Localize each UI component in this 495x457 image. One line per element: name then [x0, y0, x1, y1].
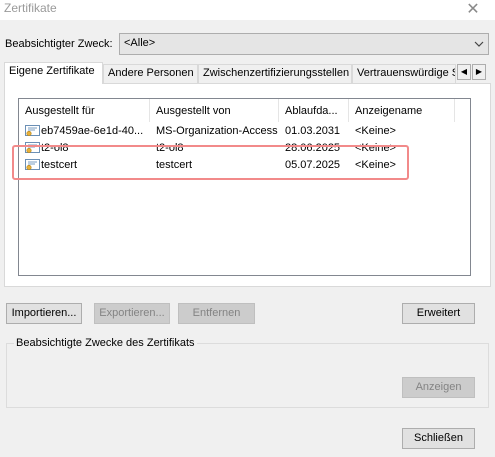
- chevron-right-icon: ▶: [475, 67, 483, 76]
- tab-andere-personen[interactable]: Andere Personen: [103, 64, 198, 83]
- friendly-name-cell: <Keine>: [355, 159, 396, 171]
- expiration-cell: 01.03.2031: [285, 125, 341, 137]
- view-button[interactable]: Anzeigen: [402, 377, 475, 398]
- column-header-issued-by[interactable]: Ausgestellt von: [150, 99, 279, 122]
- purpose-label: Beabsichtigter Zweck:: [5, 38, 113, 50]
- certificate-icon: [25, 159, 40, 171]
- issued-to-cell: testcert: [41, 159, 78, 171]
- tab-strip: Eigene Zertifikate Andere Personen Zwisc…: [4, 62, 491, 84]
- friendly-name-cell: <Keine>: [355, 142, 396, 154]
- expiration-cell: 05.07.2025: [285, 159, 341, 171]
- tab-scroll-left-button[interactable]: ◀: [457, 64, 471, 80]
- table-row[interactable]: t2-ol8 t2-ol8 28.06.2025 <Keine>: [19, 140, 470, 158]
- list-header: Ausgestellt für Ausgestellt von Ablaufda…: [19, 99, 470, 122]
- tab-label: Andere Personen: [108, 67, 194, 79]
- issued-to-cell: eb7459ae-6e1d-40...: [41, 125, 144, 137]
- column-label: Ausgestellt von: [156, 105, 231, 117]
- tab-vertrauenswuerdige-stamm[interactable]: Vertrauenswürdige Stamm: [352, 64, 456, 83]
- column-label: Anzeigename: [355, 105, 423, 117]
- friendly-name-cell: <Keine>: [355, 125, 396, 137]
- purposes-groupbox: [6, 343, 489, 408]
- certificate-icon: [25, 142, 40, 154]
- close-button[interactable]: Schließen: [402, 428, 475, 449]
- chevron-left-icon: ◀: [460, 67, 468, 76]
- tab-scroll-right-button[interactable]: ▶: [472, 64, 486, 80]
- issued-by-cell: t2-ol8: [156, 142, 184, 154]
- tab-label: Eigene Zertifikate: [9, 65, 95, 77]
- column-label: Ausgestellt für: [25, 105, 95, 117]
- table-row[interactable]: eb7459ae-6e1d-40... MS-Organization-Acce…: [19, 123, 470, 141]
- certificate-list[interactable]: Ausgestellt für Ausgestellt von Ablaufda…: [18, 98, 471, 276]
- issued-to-cell: t2-ol8: [41, 142, 69, 154]
- window-title: Zertifikate: [4, 1, 57, 15]
- issued-by-cell: testcert: [156, 159, 193, 171]
- column-header-expiration[interactable]: Ablaufda...: [279, 99, 349, 122]
- issued-by-cell: MS-Organization-Access: [156, 125, 278, 137]
- chevron-down-icon: [474, 41, 484, 47]
- close-icon[interactable]: ✕: [465, 0, 481, 18]
- expiration-cell: 28.06.2025: [285, 142, 341, 154]
- certificate-icon: [25, 125, 40, 137]
- import-button[interactable]: Importieren...: [6, 303, 82, 324]
- column-header-friendly-name[interactable]: Anzeigename: [349, 99, 455, 122]
- table-row[interactable]: testcert testcert 05.07.2025 <Keine>: [19, 157, 470, 175]
- remove-button[interactable]: Entfernen: [178, 303, 255, 324]
- title-bar: Zertifikate ✕: [0, 0, 495, 20]
- tab-label: Zwischenzertifizierungsstellen: [203, 67, 350, 79]
- column-label: Ablaufda...: [285, 105, 338, 117]
- purpose-dropdown[interactable]: <Alle>: [119, 33, 489, 55]
- advanced-button[interactable]: Erweitert: [402, 303, 475, 324]
- purposes-group-label: Beabsichtigte Zwecke des Zertifikats: [14, 337, 197, 349]
- purpose-value: <Alle>: [124, 37, 156, 49]
- tab-eigene-zertifikate[interactable]: Eigene Zertifikate: [4, 62, 103, 84]
- tab-label: Vertrauenswürdige Stamm: [357, 67, 455, 79]
- column-header-issued-to[interactable]: Ausgestellt für: [19, 99, 150, 122]
- export-button[interactable]: Exportieren...: [94, 303, 170, 324]
- tab-zwischenzertifizierungsstellen[interactable]: Zwischenzertifizierungsstellen: [198, 64, 352, 83]
